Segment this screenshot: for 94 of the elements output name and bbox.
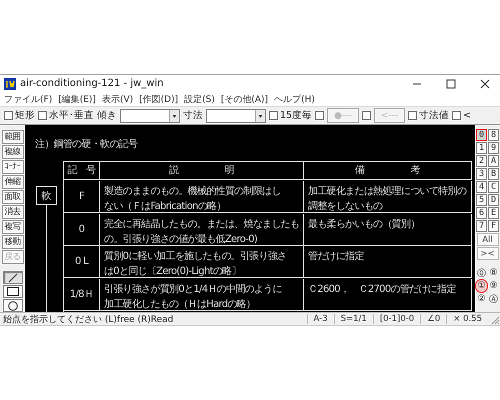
column-header: 備 考 — [304, 162, 472, 180]
cell-text-line: 加工硬化したもの（ＨはHardの略） — [104, 298, 256, 312]
layer-control-button[interactable]: >< — [476, 247, 498, 260]
command-button[interactable]: 複線 — [2, 145, 24, 159]
maximize-icon[interactable] — [446, 78, 456, 88]
caret-icon — [169, 110, 179, 122]
line-icon — [8, 272, 18, 283]
circle-icon — [8, 300, 18, 311]
checkbox-label: 矩形 — [15, 109, 35, 122]
group-button[interactable]: ⑨ — [488, 280, 499, 292]
field-label: 寸法 — [183, 109, 203, 122]
checkbox[interactable] — [315, 111, 324, 120]
command-button[interactable]: 消去 — [2, 204, 24, 219]
drawing-note: 注）鋼管の硬・軟の記号 — [35, 138, 138, 151]
layer-button[interactable]: 4 — [476, 181, 487, 193]
menu-item[interactable]: [作図(D)] — [139, 92, 178, 106]
draw-tool-button[interactable] — [2, 271, 22, 284]
drawing-canvas[interactable] — [25, 125, 475, 312]
checkbox-label: 寸法値 — [419, 109, 449, 122]
cell-text-line: Ｃ2600， Ｃ2700の管だけに指定 — [308, 282, 457, 298]
layer-button[interactable]: 3 — [476, 168, 487, 180]
layer-button[interactable]: 1 — [476, 142, 487, 154]
cell-text-line: 加工硬化または熱処理について特別の — [308, 184, 467, 199]
group-button[interactable]: ⓪ — [476, 267, 487, 279]
window-title: air-conditioning-121 - jw_win — [20, 78, 165, 89]
command-button[interactable]: 伸縮 — [2, 174, 24, 189]
layer-button[interactable]: C — [488, 181, 499, 193]
status-cell: ∠0 — [420, 314, 446, 324]
checkbox-label: < — [463, 110, 471, 121]
layer-button[interactable]: 2 — [476, 155, 487, 167]
layer-control-button[interactable]: All — [476, 233, 498, 246]
checkbox[interactable] — [362, 111, 371, 120]
draw-tool-button[interactable] — [2, 299, 22, 312]
layer-button[interactable]: B — [488, 168, 499, 180]
table-cell: 0 — [64, 214, 100, 246]
checkbox[interactable] — [269, 111, 278, 120]
status-cell: × 0.55 — [446, 314, 488, 324]
layer-button[interactable]: E — [488, 207, 499, 219]
menu-item[interactable]: 設定(S) — [184, 92, 215, 106]
layer-button[interactable]: F — [488, 220, 499, 232]
checkbox[interactable] — [4, 111, 13, 120]
combo-field[interactable] — [206, 108, 266, 122]
side-label: 軟 — [36, 186, 56, 205]
caret-icon — [255, 110, 265, 122]
status-cell: [0-1]0-0 — [372, 314, 420, 324]
combo-field[interactable] — [120, 108, 180, 122]
layer-button[interactable]: D — [488, 194, 499, 206]
cell-text-line: 完全に再結晶したもの。または、焼なましたも — [104, 218, 299, 232]
cell-text-line: 最も柔らかいもの（質別） — [308, 218, 421, 232]
table-cell: F — [64, 180, 100, 213]
command-button[interactable]: 複写 — [2, 220, 24, 234]
table-cell: 1/8Ｈ — [64, 279, 100, 312]
table-cell: 0 L — [64, 246, 100, 278]
layer-button[interactable]: A — [488, 155, 499, 167]
cell-text-line: ない（ＦはFabricationの略） — [104, 200, 227, 214]
layer-button[interactable]: 6 — [476, 207, 487, 219]
cell-text-line: の。引張り強さの値が最も低Zero-0) — [104, 232, 258, 247]
menu-item[interactable]: ファイル(F) — [4, 92, 52, 106]
checkbox-label: 水平･垂直 — [49, 109, 94, 122]
checkbox[interactable] — [38, 111, 47, 120]
field-label: 傾き — [97, 109, 117, 122]
column-header: 記 号 — [64, 162, 100, 180]
command-button[interactable]: 移動 — [2, 234, 24, 249]
command-button[interactable]: ｺｰﾅｰ — [2, 160, 24, 174]
layer-button[interactable]: 5 — [476, 194, 487, 206]
cell-text-line: 製造のままのもの。機械的性質の制限はし — [104, 184, 282, 199]
layer-button[interactable]: 9 — [488, 142, 499, 154]
command-button[interactable]: 面取 — [2, 190, 24, 204]
close-icon[interactable] — [480, 78, 490, 88]
checkbox[interactable] — [408, 111, 417, 120]
checkbox-label: 15度毎 — [280, 109, 312, 122]
layer-button[interactable]: 8 — [488, 129, 499, 141]
menu-item[interactable]: ヘルプ(H) — [274, 92, 315, 106]
cell-text-line: 管だけに指定 — [308, 250, 365, 264]
draw-tool-button[interactable] — [2, 285, 22, 298]
rectangle-icon — [6, 287, 18, 296]
cell-text-line: 質別0に軽い加工を施したもの。引張り強さ — [104, 250, 288, 264]
menu-item[interactable]: [その他(A)] — [220, 92, 268, 106]
layer-button[interactable]: 0 — [476, 129, 487, 141]
status-message: 始点を指示してください (L)free (R)Read — [2, 314, 174, 326]
column-header: 説 明 — [100, 162, 304, 180]
checkbox[interactable] — [452, 111, 461, 120]
cell-text-line: 調整をしないもの — [308, 200, 384, 214]
cell-text-line: 引張り強さが質別0と1/4Ｈの中間のように — [104, 282, 283, 298]
status-cell: S=1/1 — [334, 314, 373, 324]
status-cell: A-3 — [306, 314, 334, 324]
command-button[interactable]: 範囲 — [2, 130, 24, 144]
menu-item[interactable]: [編集(E)] — [58, 92, 96, 106]
cell-text-line: は0と同じ〔Zero(0)-Lightの略〕 — [104, 265, 242, 280]
group-button[interactable]: Ⓐ — [488, 293, 499, 305]
layer-button[interactable]: 7 — [476, 220, 487, 232]
menu-item[interactable]: 表示(V) — [102, 92, 134, 106]
group-button[interactable]: ① — [476, 280, 487, 292]
app-icon — [4, 78, 16, 90]
